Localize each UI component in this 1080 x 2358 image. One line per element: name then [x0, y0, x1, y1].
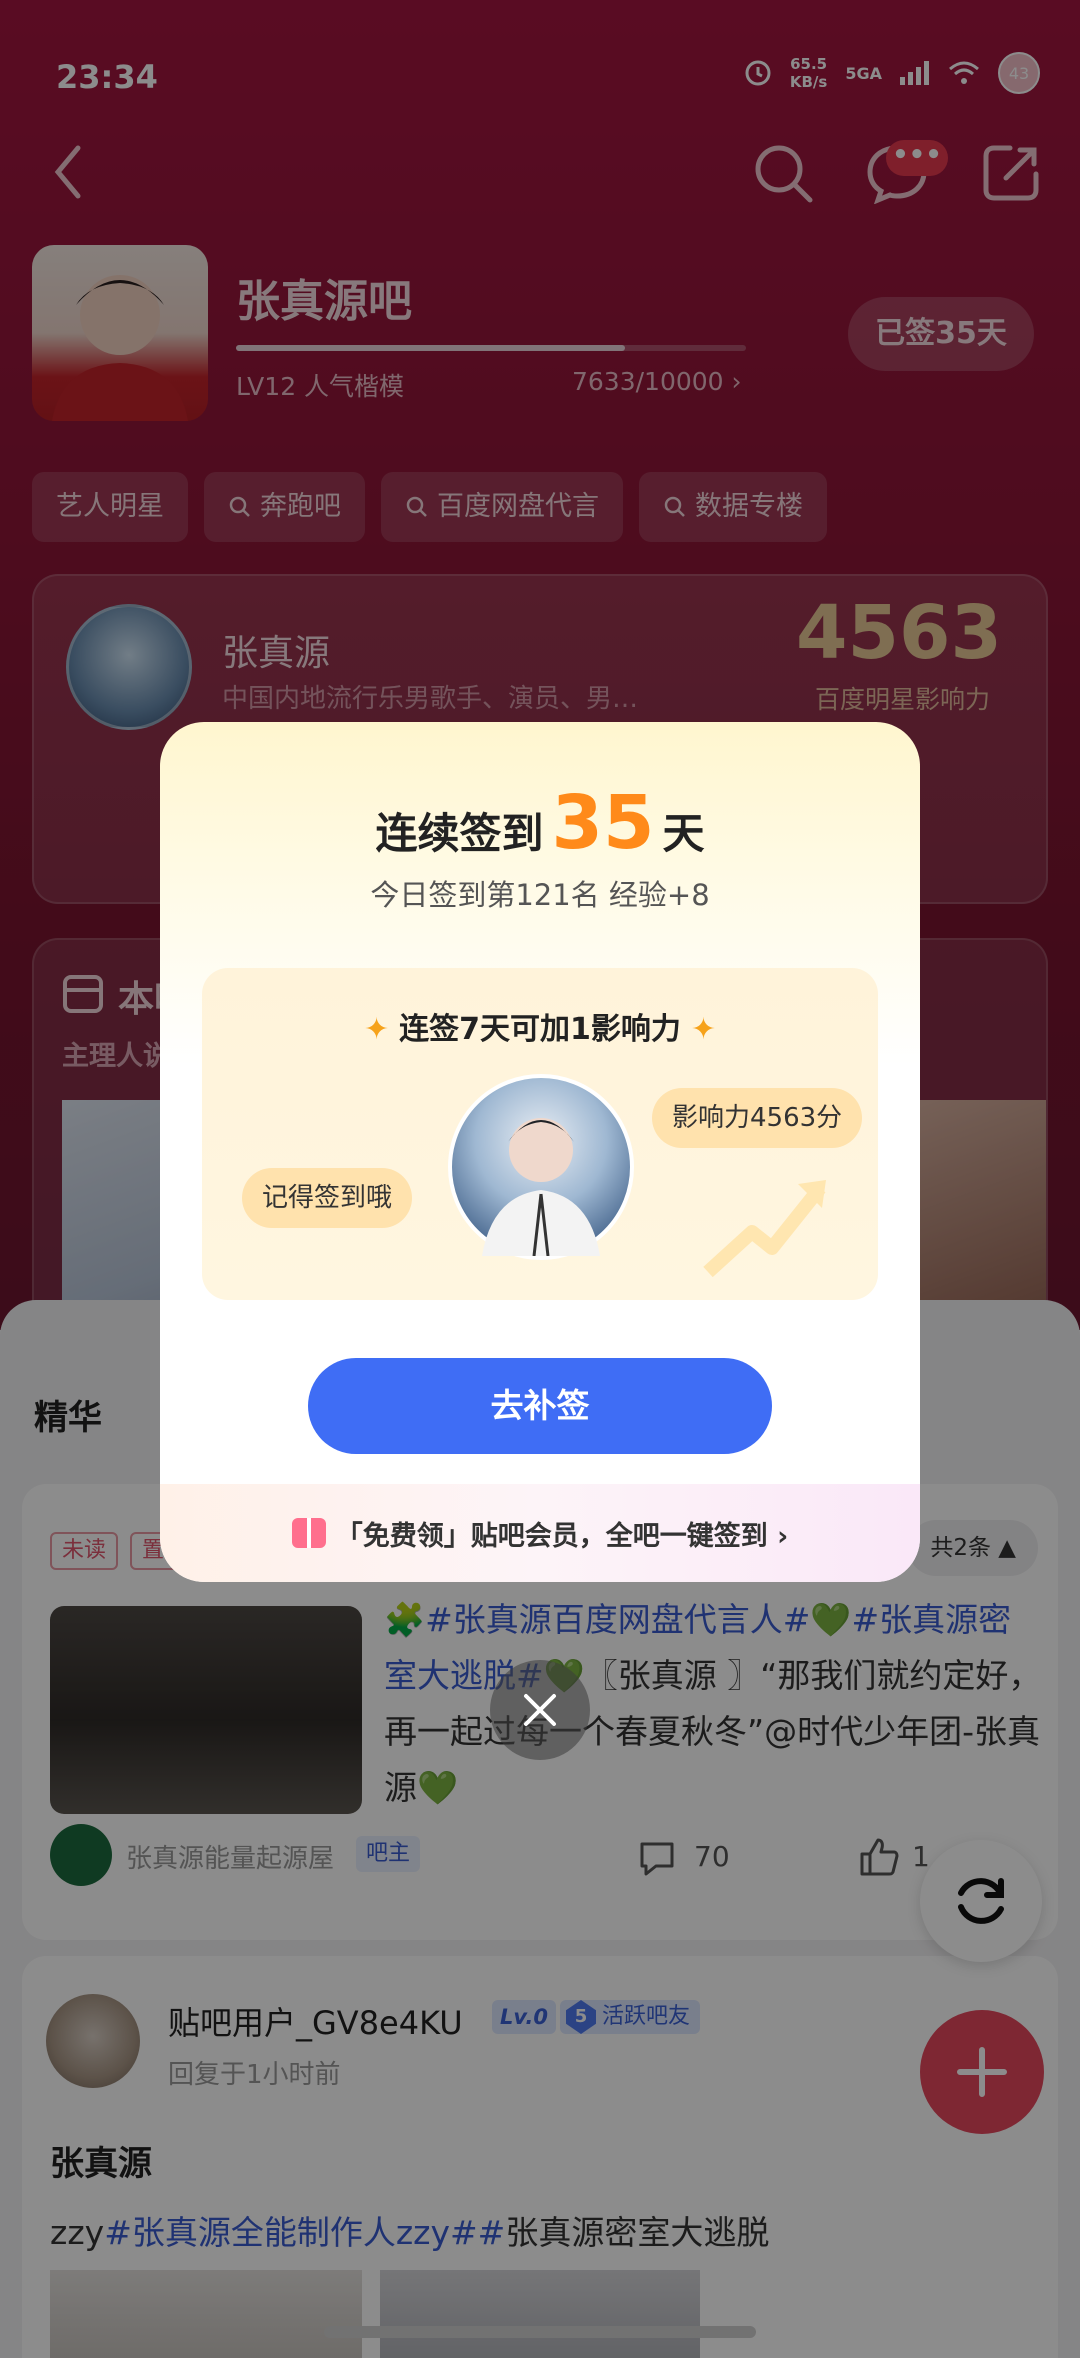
reminder-bubble: 记得签到哦 [242, 1168, 413, 1228]
star-portrait-image [482, 1118, 600, 1257]
close-icon [524, 1694, 556, 1726]
sparkle-icon: ✦ [363, 1012, 390, 1047]
sign-in-modal: 连续签到 35 天 今日签到第121名 经验+8 ✦ 连签7天可加1影响力 ✦ 记得签到… [160, 722, 920, 1582]
promo-title: ✦ 连签7天可加1影响力 ✦ [363, 1012, 717, 1047]
vip-promo-link[interactable]: 「免费领」贴吧会员，全吧一键签到 › [160, 1484, 920, 1582]
star-avatar [448, 1074, 634, 1260]
streak-days: 35 [551, 780, 655, 866]
sparkle-icon: ✦ [690, 1012, 717, 1047]
close-modal-button[interactable] [490, 1660, 590, 1760]
streak-title: 连续签到 35 天 [375, 780, 705, 866]
sign-in-rank: 今日签到第121名 经验+8 [370, 878, 710, 912]
influence-bubble: 影响力4563分 [652, 1088, 863, 1148]
gift-icon [291, 1518, 326, 1548]
streak-promo: ✦ 连签7天可加1影响力 ✦ 记得签到哦 影响力4563分 [202, 968, 878, 1300]
makeup-sign-in-button[interactable]: 去补签 [308, 1358, 772, 1454]
trend-arrow-icon [703, 1180, 826, 1278]
